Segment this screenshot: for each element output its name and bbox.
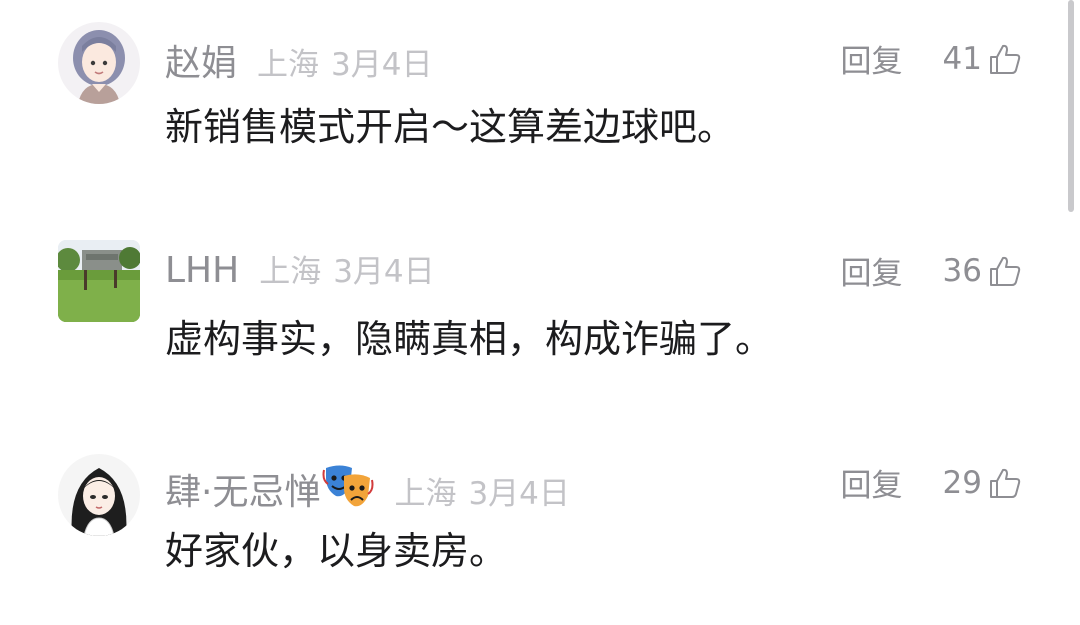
thumbs-up-icon[interactable]: [988, 466, 1022, 500]
username[interactable]: 赵娟: [165, 34, 237, 86]
comment-item: LHH 上海 3月4日 回复 36 虚构事实，隐瞒真相，构成诈骗了。: [0, 212, 1080, 412]
comment-meta: 上海 3月4日: [394, 468, 569, 513]
location: 上海: [394, 476, 457, 512]
cartoon-woman-avatar-icon: [58, 22, 140, 104]
location: 上海: [257, 47, 320, 83]
avatar[interactable]: [58, 22, 140, 104]
comment-actions: 回复 36: [841, 248, 1022, 293]
comment-header: 肆·无忌惮 上海 3月4日: [165, 458, 570, 515]
comment-meta: 上海 3月4日: [259, 246, 434, 291]
comment-meta: 上海 3月4日: [257, 39, 432, 84]
comment-header: LHH 上海 3月4日: [165, 246, 435, 291]
location: 上海: [259, 254, 322, 290]
reply-button[interactable]: 回复: [841, 248, 903, 293]
thumbs-up-icon[interactable]: [988, 254, 1022, 288]
avatar[interactable]: [58, 240, 140, 322]
comment-text: 好家伙，以身卖房。: [165, 529, 508, 573]
reply-button[interactable]: 回复: [841, 460, 903, 505]
landscape-photo-avatar-icon: [58, 240, 140, 322]
comment-actions: 回复 29: [841, 460, 1022, 505]
comment-item: 肆·无忌惮 上海 3月4日 回复 29 好家伙，以身卖房。: [0, 424, 1080, 624]
username[interactable]: LHH: [165, 250, 239, 291]
cartoon-girl-avatar-icon: [58, 454, 140, 536]
username[interactable]: 肆·无忌惮: [165, 463, 320, 515]
date: 3月4日: [331, 47, 433, 83]
thumbs-up-icon[interactable]: [988, 42, 1022, 76]
scrollbar[interactable]: [1068, 0, 1074, 212]
comment-text: 虚构事实，隐瞒真相，构成诈骗了。: [165, 317, 774, 361]
comment-text: 新销售模式开启～这算差边球吧。: [165, 105, 736, 149]
date: 3月4日: [468, 476, 570, 512]
like-count: 36: [942, 252, 982, 289]
performing-arts-masks-icon: [322, 464, 374, 510]
comment-header: 赵娟 上海 3月4日: [165, 34, 432, 86]
date: 3月4日: [333, 254, 435, 290]
reply-button[interactable]: 回复: [841, 36, 903, 81]
like-count: 41: [942, 40, 982, 77]
avatar[interactable]: [58, 454, 140, 536]
like-count: 29: [942, 464, 982, 501]
comment-actions: 回复 41: [841, 36, 1022, 81]
comment-item: 赵娟 上海 3月4日 回复 41 新销售模式开启～这算差边球吧。: [0, 0, 1080, 200]
